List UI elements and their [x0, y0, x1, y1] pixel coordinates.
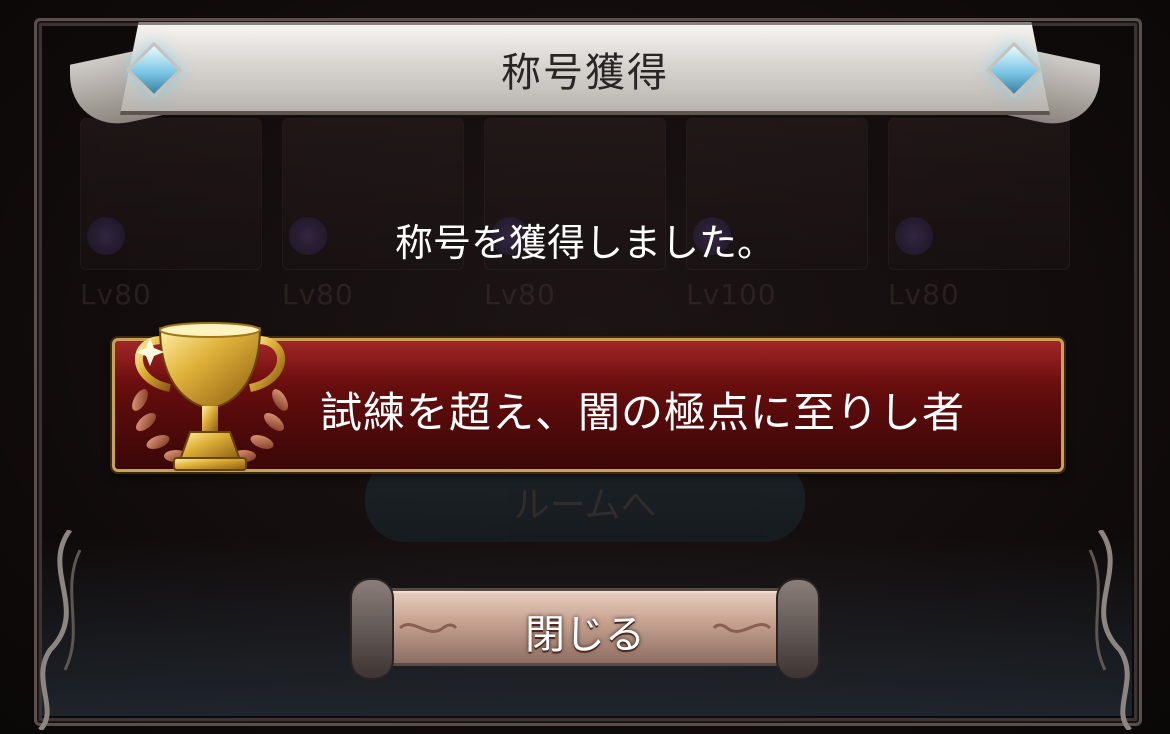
background-level-label: Lv80 — [80, 278, 152, 311]
ornate-corner-right-icon — [1088, 530, 1132, 730]
trophy-icon — [132, 322, 288, 471]
background-level-label: Lv100 — [686, 278, 777, 311]
background-level-label: Lv80 — [282, 278, 354, 311]
background-level-label: Lv80 — [888, 278, 960, 311]
title-acquired-dialog-scene: Lv80 Lv80 Lv80 Lv100 Lv80 ルームへ 称号獲得 称号を獲… — [0, 0, 1170, 734]
ornate-corner-left-icon — [38, 530, 82, 730]
dialog-title: 称号獲得 — [501, 50, 669, 96]
background-level-label: Lv80 — [484, 278, 556, 311]
dialog-title-banner: 称号獲得 — [70, 22, 1100, 135]
earned-title-text: 試練を超え、闇の極点に至りし者 — [320, 388, 966, 437]
close-button-label[interactable]: 閉じる — [350, 602, 820, 660]
dialog-message: 称号を獲得しました。 — [394, 221, 775, 265]
close-button[interactable]: 閉じる — [350, 578, 820, 680]
background-room-button-label: ルームへ — [513, 485, 657, 526]
